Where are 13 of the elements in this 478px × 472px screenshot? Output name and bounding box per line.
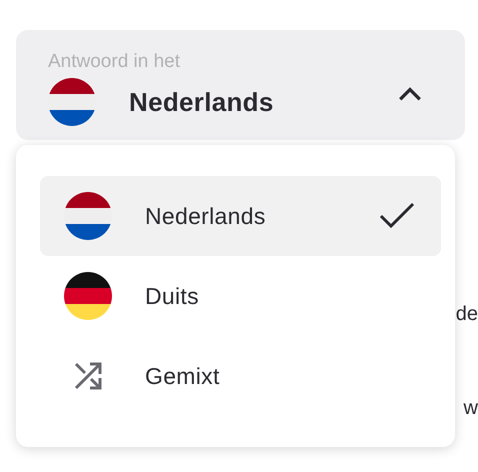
check-icon [379, 202, 415, 230]
background-text: de [456, 302, 478, 327]
flag-icon [64, 192, 112, 240]
select-label: Antwoord in het [48, 50, 182, 74]
background-text: w [464, 396, 478, 421]
menu-item[interactable]: Duits [40, 256, 441, 336]
flag-icon [64, 272, 112, 320]
flag-icon [48, 78, 96, 126]
language-select[interactable]: Antwoord in het Nederlands [16, 30, 465, 140]
selected-value: Nederlands [129, 86, 274, 118]
menu-item[interactable]: Gemixt [40, 336, 441, 416]
menu-item[interactable]: Nederlands [40, 176, 441, 256]
shuffle-icon [72, 360, 104, 392]
